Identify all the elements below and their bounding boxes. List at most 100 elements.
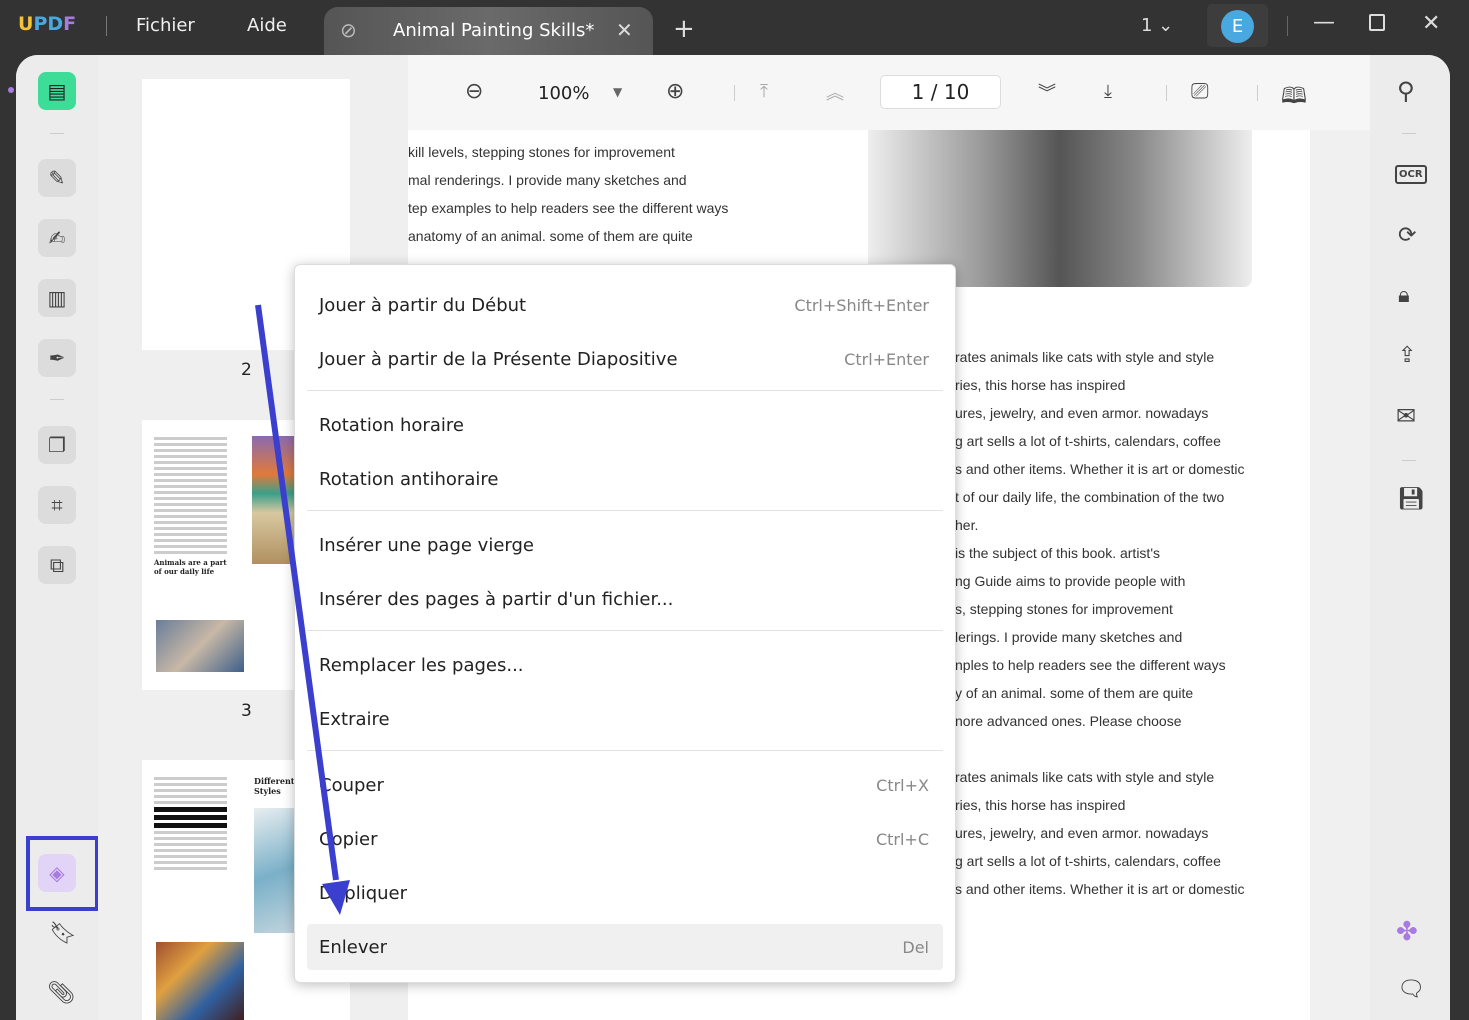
menu-item-shortcut: Ctrl+Enter bbox=[844, 350, 929, 369]
watermark-icon[interactable]: ⧉ bbox=[38, 546, 76, 584]
window-count-label: 1 bbox=[1141, 15, 1152, 36]
convert-icon[interactable]: ⟳ bbox=[1398, 223, 1416, 248]
page-context-menu: Jouer à partir du DébutCtrl+Shift+EnterJ… bbox=[294, 264, 956, 983]
close-tab-icon[interactable]: ✕ bbox=[616, 18, 633, 42]
text-line: nore advanced ones. Please choose bbox=[955, 707, 1244, 735]
email-icon[interactable]: ✉︎ bbox=[1396, 402, 1416, 430]
menu-item-shortcut: Ctrl+Shift+Enter bbox=[794, 296, 929, 315]
menu-item-label: Insérer des pages à partir d'un fichier.… bbox=[319, 589, 673, 610]
text-line: tep examples to help readers see the dif… bbox=[408, 194, 728, 222]
last-page-icon[interactable]: ⤓ bbox=[1104, 81, 1112, 102]
zoom-out-icon[interactable]: ⊖ bbox=[465, 79, 483, 104]
zoom-dropdown-icon[interactable]: ▼ bbox=[613, 85, 622, 99]
menu-separator bbox=[307, 750, 943, 751]
attachment-icon[interactable]: 📎︎ bbox=[47, 981, 75, 1006]
zoom-level[interactable]: 100% bbox=[538, 83, 589, 104]
text-line: nples to help readers see the different … bbox=[955, 651, 1244, 679]
bookmark-icon[interactable]: 🔖︎ bbox=[49, 921, 77, 946]
menu-item-label: Enlever bbox=[319, 937, 387, 958]
menu-item[interactable]: CopierCtrl+C bbox=[307, 816, 943, 862]
thumbnail-image bbox=[156, 942, 244, 1020]
thumbnail-label: 2 bbox=[241, 360, 252, 380]
menu-item-shortcut: Ctrl+X bbox=[876, 776, 929, 795]
text-line: kill levels, stepping stones for improve… bbox=[408, 138, 728, 166]
menu-separator bbox=[307, 390, 943, 391]
text-line: ries, this horse has inspired bbox=[955, 371, 1244, 399]
menu-item[interactable]: Rotation horaire bbox=[307, 402, 943, 448]
edit-pdf-icon[interactable]: ✍ bbox=[38, 219, 76, 257]
ai-assistant-icon[interactable]: ✤ bbox=[1396, 917, 1418, 947]
menu-item-label: Jouer à partir du Début bbox=[319, 295, 526, 316]
menu-item-label: Rotation horaire bbox=[319, 415, 464, 436]
right-tool-rail: ⚲ OCR ⟳ 🔒︎ ⇪ ✉︎ 💾︎ ✤ 🗨︎ bbox=[1370, 55, 1450, 1020]
new-tab-icon[interactable]: + bbox=[673, 14, 695, 44]
text-line: rates animals like cats with style and s… bbox=[955, 343, 1244, 371]
text-line: t of our daily life, the combination of … bbox=[955, 483, 1244, 511]
first-page-icon[interactable]: ⤒ bbox=[760, 81, 768, 102]
ocr-icon[interactable]: OCR bbox=[1395, 165, 1427, 184]
menu-item[interactable]: Remplacer les pages... bbox=[307, 642, 943, 688]
text-line: lerings. I provide many sketches and bbox=[955, 623, 1244, 651]
reader-mode-icon[interactable]: ▤ bbox=[38, 72, 76, 110]
slideshow-icon[interactable]: ⎚ bbox=[1191, 79, 1209, 104]
menu-item-label: Jouer à partir de la Présente Diapositiv… bbox=[319, 349, 678, 370]
text-line: s, stepping stones for improvement bbox=[955, 595, 1244, 623]
text-line: s and other items. Whether it is art or … bbox=[955, 875, 1244, 903]
window-count[interactable]: 1 ⌄ bbox=[1141, 15, 1173, 36]
menu-item-label: Extraire bbox=[319, 709, 390, 730]
zoom-in-icon[interactable]: ⊕ bbox=[666, 79, 684, 104]
title-bar: UPDF Fichier Aide ⊘ Animal Painting Skil… bbox=[0, 0, 1469, 55]
text-line: g art sells a lot of t-shirts, calendars… bbox=[955, 427, 1244, 455]
updf-logo: UPDF bbox=[18, 13, 76, 35]
menu-aide[interactable]: Aide bbox=[247, 15, 287, 36]
menu-item[interactable]: Enlever Del bbox=[307, 924, 943, 970]
menu-item[interactable]: Insérer une page vierge bbox=[307, 522, 943, 568]
menu-separator bbox=[307, 630, 943, 631]
previous-page-icon[interactable]: ︽ bbox=[826, 79, 844, 105]
document-tab[interactable]: ⊘ Animal Painting Skills* ✕ bbox=[324, 7, 653, 55]
text-line: anatomy of an animal. some of them are q… bbox=[408, 222, 728, 250]
page-number-input[interactable]: 1 / 10 bbox=[880, 75, 1001, 109]
text-line: is the subject of this book. artist's bbox=[955, 539, 1244, 567]
organize-pages-icon[interactable]: ❐ bbox=[38, 426, 76, 464]
menu-fichier[interactable]: Fichier bbox=[136, 15, 195, 36]
account-button[interactable]: E bbox=[1207, 4, 1268, 47]
crop-icon[interactable]: ⌗ bbox=[38, 486, 76, 524]
menu-item[interactable]: Jouer à partir de la Présente Diapositiv… bbox=[307, 336, 943, 382]
menu-item[interactable]: Insérer des pages à partir d'un fichier.… bbox=[307, 576, 943, 622]
menu-item-label: Dupliquer bbox=[319, 883, 407, 904]
search-icon[interactable]: ⚲ bbox=[1397, 77, 1415, 105]
share-icon[interactable]: ⇪ bbox=[1398, 343, 1416, 368]
page-separator: / bbox=[931, 80, 938, 104]
protect-icon[interactable]: 🔒︎ bbox=[1398, 283, 1410, 308]
text-line: ures, jewelry, and even armor. nowadays bbox=[955, 399, 1244, 427]
menu-item[interactable]: Rotation antihoraire bbox=[307, 456, 943, 502]
highlighter-icon[interactable]: ✎ bbox=[38, 159, 76, 197]
text-line: s and other items. Whether it is art or … bbox=[955, 455, 1244, 483]
menu-item-label: Copier bbox=[319, 829, 377, 850]
text-line: y of an animal. some of them are quite bbox=[955, 679, 1244, 707]
comment-icon[interactable]: 🗨︎ bbox=[1397, 977, 1425, 1002]
menu-item[interactable]: Dupliquer bbox=[307, 870, 943, 916]
text-line: ries, this horse has inspired bbox=[955, 791, 1244, 819]
sign-icon[interactable]: ✒ bbox=[38, 339, 76, 377]
text-line: mal renderings. I provide many sketches … bbox=[408, 166, 728, 194]
menu-item-shortcut: Del bbox=[902, 938, 929, 957]
text-line: g art sells a lot of t-shirts, calendars… bbox=[955, 847, 1244, 875]
form-fields-icon[interactable]: ▥ bbox=[38, 279, 76, 317]
menu-item[interactable]: Couper Ctrl+X bbox=[307, 762, 943, 808]
layers-icon[interactable]: ◈ bbox=[38, 854, 76, 892]
maximize-icon[interactable] bbox=[1369, 14, 1385, 31]
page-display-icon[interactable]: 🕮︎ bbox=[1281, 79, 1307, 117]
save-icon[interactable]: 💾︎ bbox=[1397, 487, 1425, 512]
menu-item-label: Couper bbox=[319, 775, 384, 796]
menu-item[interactable]: Jouer à partir du Début Ctrl+Shift+Enter bbox=[307, 282, 943, 328]
close-window-icon[interactable]: ✕ bbox=[1422, 11, 1440, 36]
menu-item-label: Remplacer les pages... bbox=[319, 655, 524, 676]
left-tool-rail: ▤ ✎ ✍ ▥ ✒ ❐ ⌗ ⧉ ◈ 🔖︎ 📎︎ bbox=[16, 55, 98, 1020]
next-page-icon[interactable]: ︾ bbox=[1038, 79, 1056, 105]
thumbnail-heading: Animals are a part of our daily life bbox=[154, 558, 234, 576]
minimize-icon[interactable]: — bbox=[1313, 10, 1335, 35]
menu-item[interactable]: Extraire bbox=[307, 696, 943, 742]
current-page: 1 bbox=[912, 80, 925, 104]
